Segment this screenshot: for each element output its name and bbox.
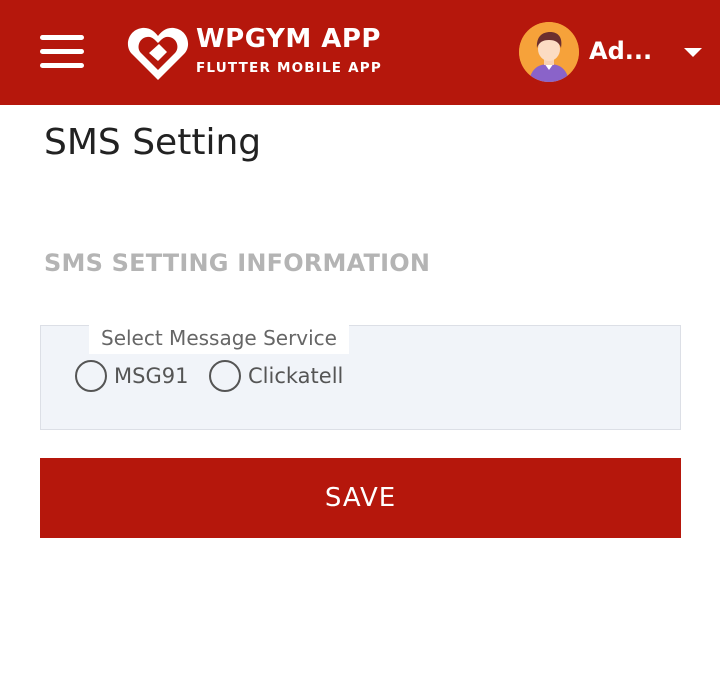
save-button[interactable]: SAVE (40, 458, 681, 538)
avatar-person-icon (519, 22, 579, 82)
menu-line (40, 35, 84, 40)
radio-label-clickatell[interactable]: Clickatell (248, 364, 343, 388)
page-title: SMS Setting (44, 122, 262, 163)
radio-msg91[interactable] (75, 360, 107, 392)
menu-line (40, 63, 84, 68)
brand-subtitle: FLUTTER MOBILE APP (196, 60, 382, 76)
app-header: WPGYM APP FLUTTER MOBILE APP Ad... (0, 0, 720, 105)
radio-clickatell[interactable] (209, 360, 241, 392)
user-avatar[interactable] (519, 22, 579, 82)
radio-label-msg91[interactable]: MSG91 (114, 364, 188, 388)
app-logo-icon (127, 27, 189, 80)
menu-line (40, 49, 84, 54)
caret-down-icon[interactable] (684, 48, 702, 57)
brand-title: WPGYM APP (196, 24, 381, 54)
user-name[interactable]: Ad... (589, 37, 652, 65)
hamburger-menu-icon[interactable] (40, 33, 84, 69)
message-service-legend: Select Message Service (89, 322, 349, 354)
section-title: SMS SETTING INFORMATION (44, 249, 431, 277)
